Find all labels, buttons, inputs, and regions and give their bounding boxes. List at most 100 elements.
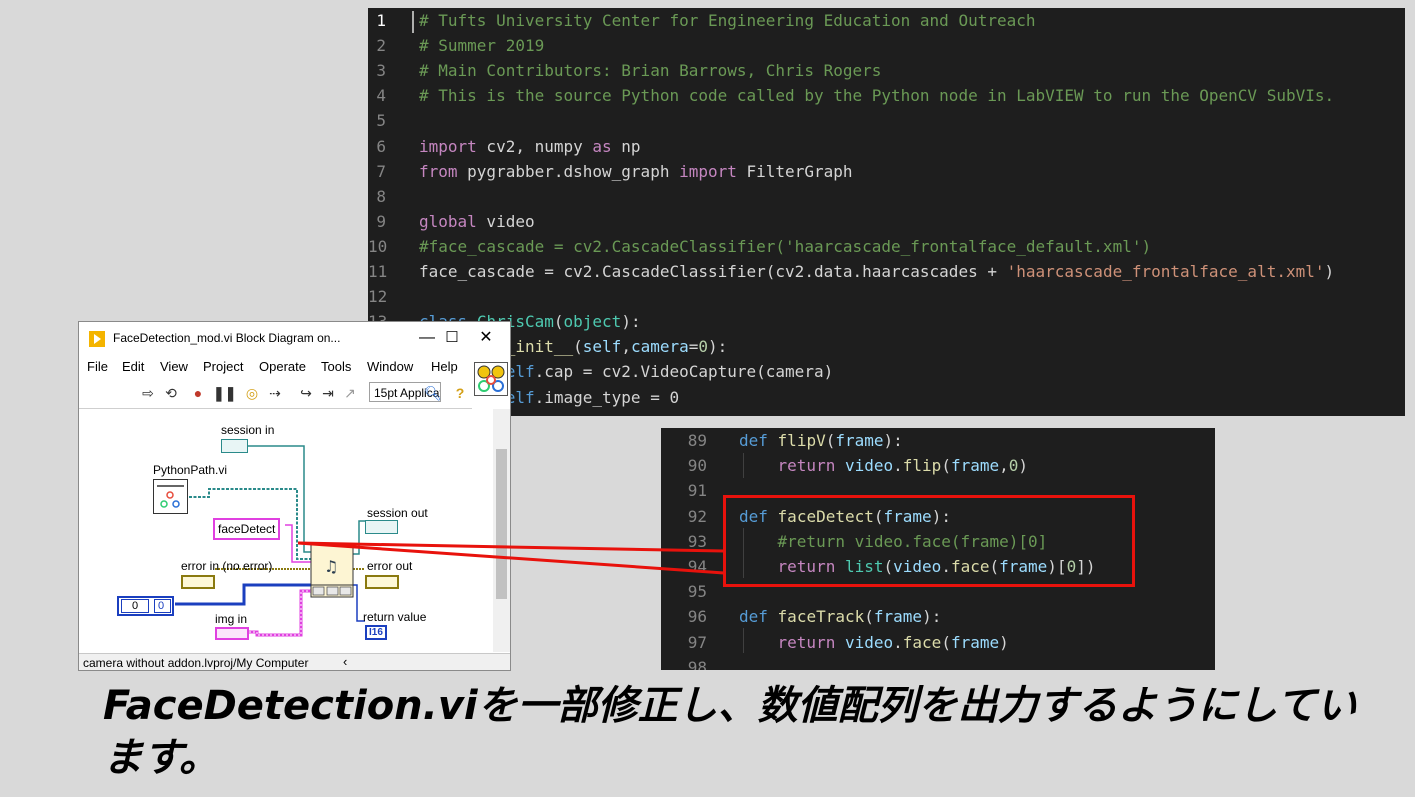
code-token: pygrabber.dshow_graph xyxy=(457,161,680,181)
scrollbar-thumb[interactable] xyxy=(496,449,507,599)
line-number: 94 xyxy=(687,557,707,576)
face-detect-string-constant[interactable]: faceDetect xyxy=(213,518,281,540)
line-number: 98 xyxy=(687,657,707,670)
code-line[interactable]: 5 xyxy=(368,108,1405,133)
line-number: 97 xyxy=(687,632,707,652)
code-text[interactable]: return video.face(frame) xyxy=(739,630,1009,655)
code-line[interactable]: 11 face_cascade = cv2.CascadeClassifier(c… xyxy=(368,259,1405,284)
step-out-icon[interactable]: ↗ xyxy=(341,384,359,402)
error-out-indicator[interactable] xyxy=(365,575,399,589)
block-diagram-canvas[interactable]: ♫ session in PythonPath.vi faceDetect se… xyxy=(79,409,490,652)
code-text[interactable]: import cv2, numpy as np xyxy=(419,134,641,159)
highlight-execution-icon[interactable]: ◎ xyxy=(243,384,261,402)
line-number: 8 xyxy=(376,186,386,206)
pause-icon[interactable]: ❚❚ xyxy=(213,384,236,402)
code-line[interactable]: 15 self.cap = cv2.VideoCapture(camera) xyxy=(368,359,1405,384)
code-token: 0 xyxy=(1008,456,1019,476)
menu-tools[interactable]: Tools xyxy=(321,359,351,374)
array-index-display[interactable]: 0 xyxy=(121,599,149,613)
window-titlebar[interactable]: FaceDetection_mod.vi Block Diagram on...… xyxy=(79,322,510,355)
code-token: frame xyxy=(873,607,923,627)
code-line[interactable]: 2 # Summer 2019 xyxy=(368,33,1405,58)
code-token: import xyxy=(419,136,477,156)
code-token: 'haarcascade_frontalface_alt.xml' xyxy=(1006,262,1325,281)
code-line[interactable]: 90 return video.flip(frame,0) xyxy=(661,453,1215,478)
return-value-indicator[interactable]: I16 xyxy=(365,625,387,640)
code-line[interactable]: 9 global video xyxy=(368,209,1405,234)
code-text[interactable]: global video xyxy=(419,209,535,234)
menu-edit[interactable]: Edit xyxy=(122,359,144,374)
code-token: .cap = cv2.VideoCapture(camera) xyxy=(534,362,834,382)
search-icon[interactable]: 🔍︎ xyxy=(424,384,442,402)
code-line[interactable]: 89 def flipV(frame): xyxy=(661,428,1215,453)
code-editor-top[interactable]: 1 # Tufts University Center for Engineeri… xyxy=(368,8,1405,416)
step-over-icon[interactable]: ⇥ xyxy=(319,384,337,402)
code-text[interactable]: return video.flip(frame,0) xyxy=(739,453,1029,478)
code-line[interactable]: 98 xyxy=(661,655,1215,670)
code-line[interactable]: 8 xyxy=(368,184,1405,209)
code-token: . xyxy=(893,632,903,652)
python-path-subvi-icon[interactable] xyxy=(153,479,188,514)
code-line[interactable]: 14 def __init__(self,camera=0): xyxy=(368,334,1405,359)
step-into-icon[interactable]: ↪ xyxy=(297,384,315,402)
vi-icon[interactable] xyxy=(474,362,508,396)
menu-operate[interactable]: Operate xyxy=(259,359,306,374)
code-text[interactable]: def flipV(frame): xyxy=(739,428,903,453)
code-token: ): xyxy=(922,607,942,627)
menu-project[interactable]: Project xyxy=(203,359,243,374)
code-text[interactable]: # This is the source Python code called … xyxy=(419,83,1334,108)
line-number: 95 xyxy=(687,582,707,602)
code-text[interactable]: #face_cascade = cv2.CascadeClassifier('h… xyxy=(419,234,1151,259)
code-token: . xyxy=(893,456,903,476)
run-continuously-icon[interactable]: ⟲ xyxy=(162,384,180,402)
code-line[interactable]: 7 from pygrabber.dshow_graph import Filte… xyxy=(368,159,1405,184)
line-number: 1 xyxy=(376,11,386,30)
code-token: frame xyxy=(950,632,1000,652)
retain-wire-values-icon[interactable]: ⇢ xyxy=(266,384,284,402)
code-text[interactable]: # Main Contributors: Brian Barrows, Chri… xyxy=(419,58,881,83)
code-line[interactable]: 3 # Main Contributors: Brian Barrows, Chr… xyxy=(368,58,1405,83)
code-token: ( xyxy=(573,337,583,357)
run-arrow-icon[interactable]: ⇨ xyxy=(139,384,157,402)
code-token: flip xyxy=(902,456,942,476)
code-line[interactable]: 1 # Tufts University Center for Engineeri… xyxy=(368,8,1405,33)
code-line[interactable]: 10 #face_cascade = cv2.CascadeClassifier(… xyxy=(368,234,1405,259)
status-bar: camera without addon.lvproj/My Computer … xyxy=(79,653,510,670)
code-text[interactable]: # Summer 2019 xyxy=(419,33,544,58)
error-in-terminal[interactable] xyxy=(181,575,215,589)
code-line[interactable]: 4 # This is the source Python code called… xyxy=(368,83,1405,108)
horizontal-scrollbar[interactable]: ‹ xyxy=(341,654,491,670)
code-text[interactable]: face_cascade = cv2.CascadeClassifier(cv2… xyxy=(419,259,1334,284)
slide-caption: FaceDetection.viを一部修正し、数値配列を出力するようにしています… xyxy=(103,683,1357,781)
code-text[interactable]: # Tufts University Center for Engineerin… xyxy=(419,8,1036,33)
menu-bar: File Edit View Project Operate Tools Win… xyxy=(79,356,510,378)
array-element-display[interactable]: 0 xyxy=(154,599,171,613)
menu-window[interactable]: Window xyxy=(367,359,413,374)
session-in-terminal[interactable] xyxy=(221,439,248,453)
code-line[interactable]: 6 import cv2, numpy as np xyxy=(368,134,1405,159)
code-line[interactable]: 96 def faceTrack(frame): xyxy=(661,604,1215,629)
img-in-terminal[interactable] xyxy=(215,627,249,640)
session-out-indicator[interactable] xyxy=(365,520,398,534)
code-token: video xyxy=(844,632,894,652)
scroll-left-icon[interactable]: ‹ xyxy=(343,654,347,669)
maximize-button[interactable]: ☐ xyxy=(435,326,469,350)
code-line[interactable]: 97 return video.face(frame) xyxy=(661,630,1215,655)
vertical-scrollbar[interactable] xyxy=(493,409,510,652)
close-button[interactable]: ✕ xyxy=(469,326,503,350)
code-line[interactable]: 12 xyxy=(368,284,1405,309)
abort-icon[interactable]: ● xyxy=(189,384,207,402)
menu-view[interactable]: View xyxy=(160,359,188,374)
menu-file[interactable]: File xyxy=(87,359,108,374)
code-line[interactable]: 16 self.image_type = 0 xyxy=(368,385,1405,410)
code-token: flipV xyxy=(777,431,826,450)
line-number: 96 xyxy=(687,607,707,627)
menu-help[interactable]: Help xyxy=(431,359,458,374)
labview-block-diagram-window[interactable]: FaceDetection_mod.vi Block Diagram on...… xyxy=(78,321,511,671)
code-text[interactable]: def faceTrack(frame): xyxy=(739,604,941,629)
code-token: = xyxy=(688,337,699,357)
code-line[interactable]: 13class ChrisCam(object): xyxy=(368,309,1405,334)
code-text[interactable]: from pygrabber.dshow_graph import Filter… xyxy=(419,159,852,184)
numeric-array-constant[interactable]: 0 0 xyxy=(117,596,174,616)
help-icon[interactable]: ? xyxy=(451,384,469,402)
